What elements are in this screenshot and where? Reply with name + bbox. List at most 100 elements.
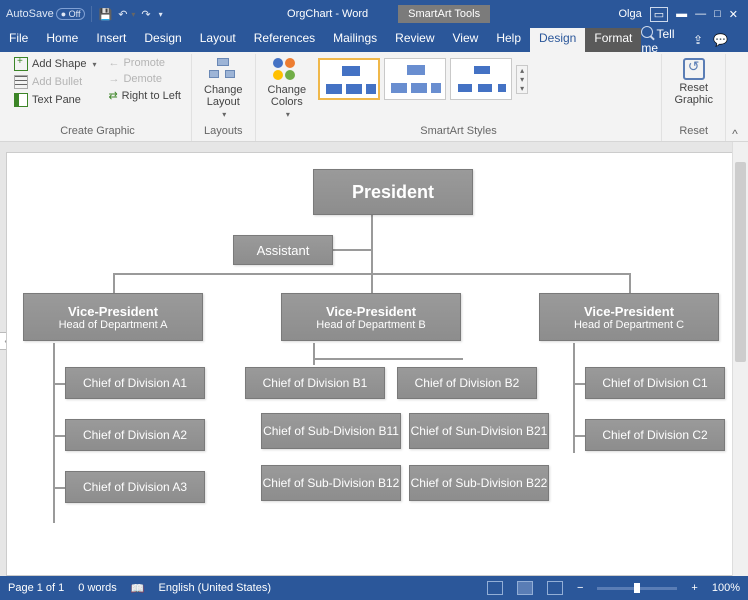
org-chart[interactable]: President Assistant Vice-PresidentHead o… [13,163,735,565]
tab-home[interactable]: Home [37,28,87,52]
demote-label: Demote [123,73,162,85]
a3-label: Chief of Division A3 [66,480,204,494]
vp-b-sub: Head of Department B [282,319,460,331]
style-thumb-1[interactable] [318,58,380,100]
demote-button: →Demote [104,72,185,86]
word-count[interactable]: 0 words [78,582,117,594]
tab-mailings[interactable]: Mailings [324,28,386,52]
change-layout-button[interactable]: Change Layout▾ [198,56,249,121]
zoom-out-button[interactable]: − [577,582,583,594]
node-a3[interactable]: Chief of Division A3 [65,471,205,503]
text-pane-label: Text Pane [32,94,81,106]
tab-layout[interactable]: Layout [191,28,245,52]
autosave-label: AutoSave [6,8,54,20]
node-vp-b[interactable]: Vice-PresidentHead of Department B [281,293,461,341]
b2-label: Chief of Division B2 [398,376,536,390]
node-b2[interactable]: Chief of Division B2 [397,367,537,399]
add-shape-button[interactable]: Add Shape▾ [10,56,100,72]
tab-smartart-format[interactable]: Format [585,28,641,52]
b22-label: Chief of Sub-Division B22 [410,476,548,490]
text-pane-icon [14,93,28,107]
c2-label: Chief of Division C2 [586,428,724,442]
group-label-layouts: Layouts [198,123,249,139]
tab-file[interactable]: File [0,28,37,52]
zoom-slider[interactable] [597,587,677,590]
comments-icon[interactable]: 💬 [713,33,728,47]
group-reset: Reset Graphic Reset [662,54,726,141]
redo-icon[interactable]: ↷ [141,8,150,21]
add-shape-label: Add Shape [32,58,86,70]
node-b1[interactable]: Chief of Division B1 [245,367,385,399]
style-thumb-3[interactable] [450,58,512,100]
vp-a-sub: Head of Department A [24,319,202,331]
node-c2[interactable]: Chief of Division C2 [585,419,725,451]
tab-review[interactable]: Review [386,28,443,52]
tab-insert[interactable]: Insert [87,28,135,52]
style-thumb-2[interactable] [384,58,446,100]
node-president[interactable]: President [313,169,473,215]
node-b12[interactable]: Chief of Sub-Division B12 [261,465,401,501]
vertical-scrollbar[interactable] [732,142,748,576]
change-layout-icon [209,58,237,82]
contextual-tab-label: SmartArt Tools [398,5,490,23]
autosave-toggle[interactable]: AutoSave ● Off [6,8,85,20]
tell-me-search[interactable]: Tell me [641,26,683,55]
node-assistant[interactable]: Assistant [233,235,333,265]
tab-references[interactable]: References [245,28,324,52]
ribbon-tabs: File Home Insert Design Layout Reference… [0,28,748,52]
spellcheck-icon[interactable]: 📖 [131,582,145,595]
node-a2[interactable]: Chief of Division A2 [65,419,205,451]
tab-design[interactable]: Design [135,28,190,52]
add-bullet-button: Add Bullet [10,74,100,90]
close-icon[interactable]: ✕ [729,8,738,21]
node-a1[interactable]: Chief of Division A1 [65,367,205,399]
print-layout-button[interactable] [517,581,533,595]
group-smartart-styles: Change Colors▾ ▴▾▾ SmartArt Styles [256,54,663,141]
reset-graphic-button[interactable]: Reset Graphic [668,56,719,108]
account-icon[interactable]: ▭ [650,7,668,22]
maximize-icon[interactable]: □ [714,8,721,20]
vp-b-title: Vice-President [282,304,460,319]
tab-smartart-design[interactable]: Design [530,28,585,52]
text-pane-button[interactable]: Text Pane [10,92,100,108]
promote-label: Promote [123,57,165,69]
web-layout-button[interactable] [547,581,563,595]
a1-label: Chief of Division A1 [66,376,204,390]
status-bar: Page 1 of 1 0 words 📖 English (United St… [0,576,748,600]
document-title: OrgChart - Word [287,8,368,20]
document-area: ‹ President Assistant Vice-PresidentHead… [0,142,748,576]
read-mode-button[interactable] [487,581,503,595]
bullet-icon [14,75,28,89]
tab-help[interactable]: Help [487,28,530,52]
group-label-reset: Reset [668,123,719,139]
node-vp-c[interactable]: Vice-PresidentHead of Department C [539,293,719,341]
collapse-ribbon-icon[interactable]: ^ [726,54,744,141]
language-indicator[interactable]: English (United States) [159,582,272,594]
ribbon-options-icon[interactable]: ▬ [676,8,687,20]
node-c1[interactable]: Chief of Division C1 [585,367,725,399]
b12-label: Chief of Sub-Division B12 [262,476,400,490]
scrollbar-thumb[interactable] [735,162,746,362]
node-b22[interactable]: Chief of Sub-Division B22 [409,465,549,501]
minimize-icon[interactable]: — [695,8,706,20]
zoom-level[interactable]: 100% [712,582,740,594]
qat-customize-icon[interactable]: ▾ [159,10,163,19]
change-layout-label: Change Layout [204,84,243,108]
b11-label: Chief of Sub-Division B11 [262,424,400,438]
page-indicator[interactable]: Page 1 of 1 [8,582,64,594]
undo-icon[interactable]: ↶▾ [118,8,135,21]
share-icon[interactable]: ⇪ [693,33,703,47]
right-to-left-button[interactable]: ⇄Right to Left [104,88,185,103]
reset-icon [683,58,705,80]
node-b21[interactable]: Chief of Sun-Division B21 [409,413,549,449]
change-colors-button[interactable]: Change Colors▾ [262,56,313,121]
ribbon: Add Shape▾ Add Bullet Text Pane ←Promote… [0,52,748,142]
zoom-knob[interactable] [634,583,640,593]
node-b11[interactable]: Chief of Sub-Division B11 [261,413,401,449]
tab-view[interactable]: View [444,28,488,52]
group-create-graphic: Add Shape▾ Add Bullet Text Pane ←Promote… [4,54,192,141]
save-icon[interactable]: 💾 [98,8,112,21]
zoom-in-button[interactable]: + [691,582,697,594]
node-vp-a[interactable]: Vice-PresidentHead of Department A [23,293,203,341]
gallery-more-button[interactable]: ▴▾▾ [516,65,528,94]
